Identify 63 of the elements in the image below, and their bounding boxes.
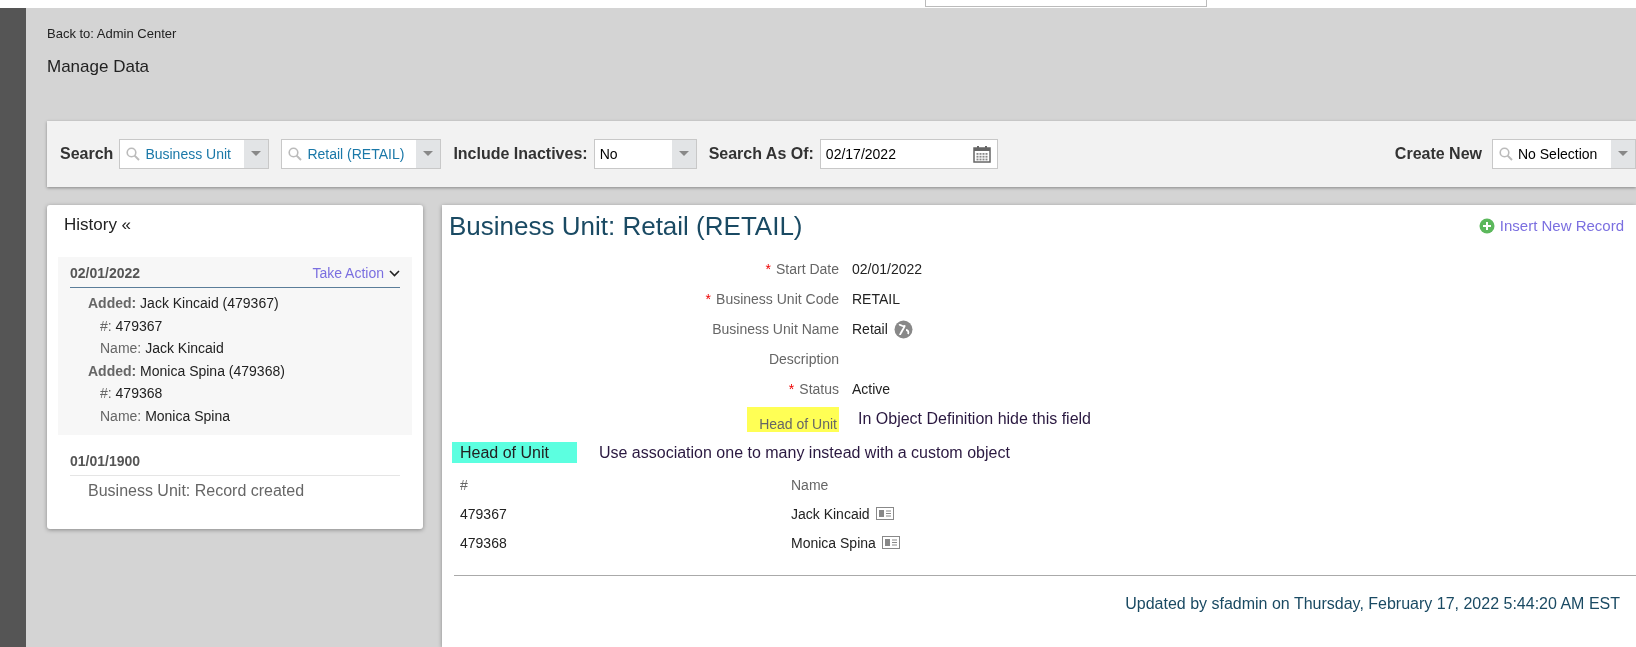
- field-value: Active: [852, 381, 891, 397]
- page-title: Manage Data: [47, 57, 150, 77]
- field-value: Retail: [852, 321, 888, 337]
- history-detail: #: 479367: [99, 316, 164, 336]
- create-new-label: Create New: [1394, 145, 1482, 163]
- include-inactives-label: Include Inactives:: [453, 145, 588, 163]
- calendar-icon[interactable]: [972, 145, 991, 163]
- field-label: Business Unit Name: [712, 320, 839, 339]
- column-header: #: [460, 477, 468, 493]
- search-field[interactable]: [925, 0, 1207, 7]
- required-mark: *: [788, 381, 795, 397]
- field-value: RETAIL: [852, 291, 900, 307]
- search-as-of-label: Search As Of:: [708, 145, 814, 163]
- history-detail: Added: Jack Kincaid (479367): [87, 294, 280, 313]
- caret-icon: [423, 151, 434, 157]
- record-title: Business Unit: Retail (RETAIL): [449, 211, 803, 242]
- history-entry[interactable]: 02/01/2022 Take Action Added: Jack Kincaid (479367) #: 479367 Name: Jack Kincaid Added: Monica Spina (479368) #: 479368 Name: Monica Spina: [58, 257, 412, 435]
- table-cell: Jack Kincaid: [791, 505, 870, 522]
- caret-icon: [678, 151, 689, 157]
- dropdown-field[interactable]: Business Unit: [119, 139, 270, 169]
- history-date: 01/01/1900: [70, 453, 141, 469]
- field-label: * Business Unit Code: [705, 290, 839, 309]
- search-icon: [126, 147, 141, 161]
- required-mark: *: [765, 261, 771, 277]
- back-link[interactable]: Back to: Admin Center: [47, 26, 177, 41]
- chevron-down-icon: [389, 269, 400, 277]
- required-mark: *: [705, 291, 712, 307]
- globe-icon[interactable]: [893, 319, 913, 339]
- history-entry[interactable]: 01/01/1900 Business Unit: Record created: [58, 445, 412, 511]
- history-detail: Name: Monica Spina: [99, 406, 231, 426]
- history-detail: Business Unit: Record created: [87, 481, 306, 501]
- field-label: Head of Unit: [747, 406, 839, 432]
- contact-card-icon[interactable]: [875, 507, 894, 520]
- dropdown-field[interactable]: No: [593, 139, 697, 169]
- contact-card-icon[interactable]: [881, 536, 900, 549]
- date-field[interactable]: 02/17/2022: [819, 139, 998, 169]
- history-detail: Added: Monica Spina (479368): [87, 361, 286, 381]
- insert-new-record-link[interactable]: Insert New Record: [1478, 217, 1624, 234]
- field-label: * Start Date: [765, 260, 839, 279]
- updated-by-text: Updated by sfadmin on Thursday, February 17, 2022 5:44:20 AM EST: [1125, 595, 1620, 613]
- history-detail: Name: Jack Kincaid: [99, 339, 225, 358]
- history-detail: #: 479368: [99, 384, 164, 403]
- field-label: * Status: [788, 380, 839, 399]
- history-title[interactable]: History «: [64, 215, 412, 235]
- history-date: 02/01/2022: [70, 265, 141, 281]
- table-cell: Monica Spina: [791, 534, 876, 551]
- search-label: Search: [60, 145, 114, 163]
- dropdown-field[interactable]: Retail (RETAIL): [281, 139, 442, 169]
- section-heading: Head of Unit: [452, 442, 577, 463]
- table-cell: 479368: [460, 534, 507, 551]
- caret-icon: [251, 151, 262, 157]
- search-icon: [1499, 147, 1513, 161]
- field-value: 02/01/2022: [852, 261, 923, 277]
- field-label: Description: [768, 350, 839, 369]
- table-cell: 479367: [460, 505, 507, 522]
- dropdown-field[interactable]: No Selection: [1492, 139, 1636, 169]
- caret-icon: [1618, 151, 1628, 157]
- search-icon: [288, 147, 303, 161]
- column-header: Name: [791, 477, 829, 493]
- annotation-note: In Object Definition hide this field: [858, 410, 1091, 428]
- take-action-button[interactable]: Take Action: [312, 265, 400, 281]
- annotation-note: Use association one to many instead with a custom object: [598, 443, 1010, 462]
- plus-circle-icon: [1478, 217, 1495, 234]
